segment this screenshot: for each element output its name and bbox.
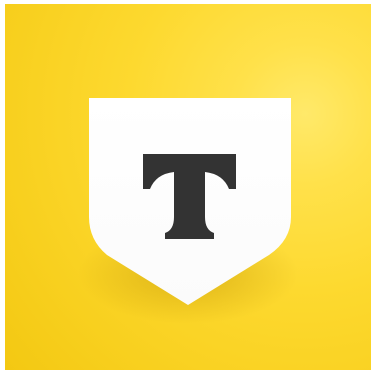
shield-logo-icon: T	[78, 98, 298, 324]
app-icon[interactable]: T	[5, 4, 371, 370]
screenshot-canvas: T	[0, 0, 376, 375]
